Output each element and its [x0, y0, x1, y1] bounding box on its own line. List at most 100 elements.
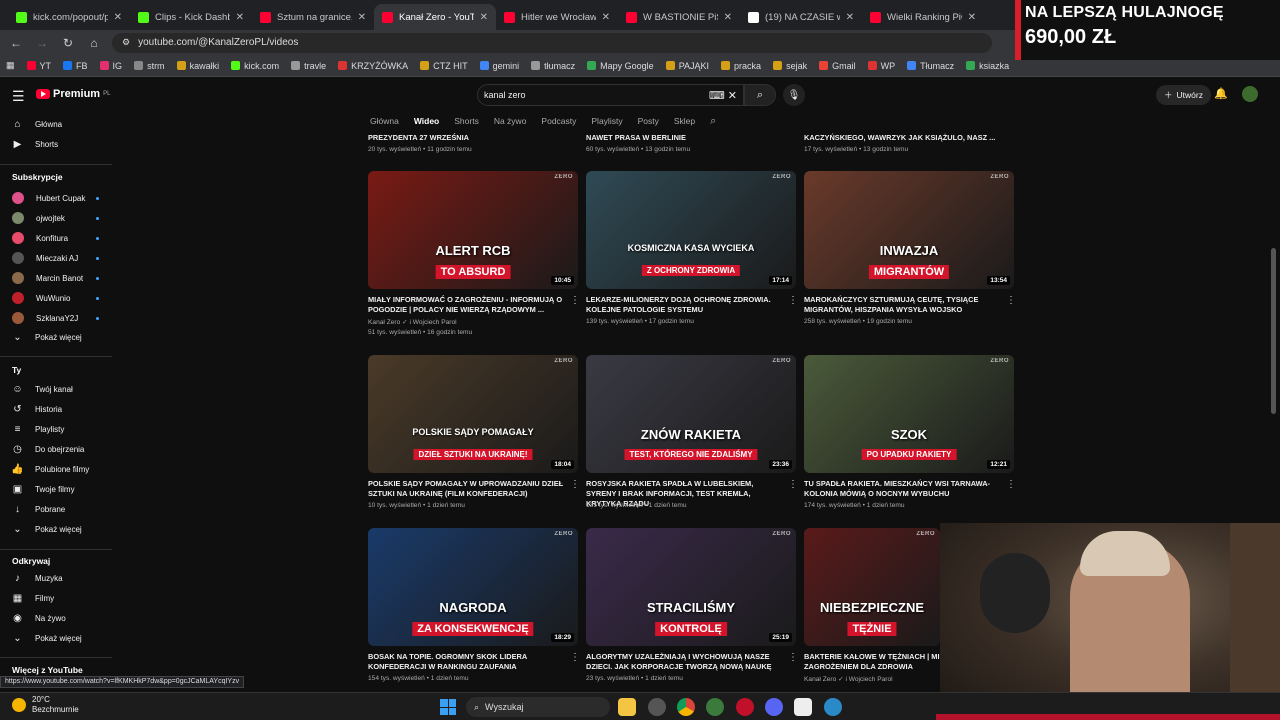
subscription-item[interactable]: Hubert Cupak: [12, 192, 85, 204]
video-author[interactable]: Kanał Zero ✓ i Wojciech Parol: [804, 675, 893, 683]
apps-icon[interactable]: ▦: [6, 60, 15, 71]
more-options-icon[interactable]: ⋮: [788, 479, 798, 490]
bookmark-item[interactable]: kawałki: [176, 61, 219, 71]
video-thumbnail[interactable]: ZERO KOSMICZNA KASA WYCIEKA Z OCHRONY ZDRO…: [586, 171, 796, 289]
sidebar-item[interactable]: ↺ Historia: [12, 404, 62, 415]
subscription-item[interactable]: WuWunio: [12, 292, 70, 304]
sidebar-item[interactable]: ⌄ Pokaż więcej: [12, 332, 81, 343]
close-icon[interactable]: ✕: [968, 12, 976, 23]
close-icon[interactable]: ✕: [724, 12, 732, 23]
more-options-icon[interactable]: ⋮: [1006, 295, 1016, 306]
video-title[interactable]: KACZYŃSKIEGO, WAWRZYK JAK KSIĄŻULO, NASZ…: [804, 133, 1000, 143]
video-thumbnail[interactable]: ZERO NAGRODA ZA KONSEKWENCJĘ 18:29: [368, 528, 578, 646]
bookmark-item[interactable]: strm: [134, 61, 165, 71]
search-button[interactable]: ⌕: [744, 84, 776, 106]
close-icon[interactable]: ✕: [358, 12, 366, 23]
back-icon[interactable]: ←: [8, 35, 24, 51]
video-thumbnail[interactable]: ZERO POLSKIE SĄDY POMAGAŁY DZIEŁ SZTUKI NA…: [368, 355, 578, 473]
subscription-item[interactable]: Konfitura: [12, 232, 68, 244]
browser-tab[interactable]: (19) NA CZASIE w se ✕: [740, 4, 862, 30]
tab-4[interactable]: Podcasty: [541, 116, 576, 126]
more-options-icon[interactable]: ⋮: [570, 652, 580, 663]
menu-icon[interactable]: ☰: [12, 88, 25, 105]
tab-7[interactable]: Sklep: [674, 116, 695, 126]
bookmark-item[interactable]: CTZ HIT: [420, 61, 468, 71]
weather-widget[interactable]: 20°C Bezchmurnie: [12, 695, 79, 715]
search-input[interactable]: kanal zero ⌨ ✕: [477, 84, 744, 106]
tab-2[interactable]: Shorts: [454, 116, 479, 126]
create-button[interactable]: ＋ Utwórz: [1156, 85, 1211, 105]
reload-icon[interactable]: ↻: [60, 35, 76, 51]
video-thumbnail[interactable]: ZERO NIEBEZPIECZNE TĘŻNIE: [804, 528, 940, 646]
video-title[interactable]: MIAŁY INFORMOWAĆ O ZAGROŻENIU - INFORMUJ…: [368, 295, 564, 315]
subscription-item[interactable]: Marcin Banot: [12, 272, 83, 284]
browser-tab[interactable]: Hitler we Wrocławiu ✕: [496, 4, 618, 30]
youtube-logo[interactable]: Premium PL: [36, 88, 110, 100]
subscription-item[interactable]: ojwojtek: [12, 212, 65, 224]
tab-6[interactable]: Posty: [638, 116, 659, 126]
video-title[interactable]: MAROKAŃCZYCY SZTURMUJĄ CEUTĘ, TYSIĄCE MI…: [804, 295, 1000, 315]
bookmark-item[interactable]: Mapy Google: [587, 61, 654, 71]
video-thumbnail[interactable]: ZERO STRACILIŚMY KONTROLĘ 25:19: [586, 528, 796, 646]
sidebar-item[interactable]: ☺ Twój kanał: [12, 384, 72, 395]
tab-1[interactable]: Wideo: [414, 116, 439, 126]
bookmark-item[interactable]: PAJĄKI: [665, 61, 709, 71]
sidebar-item[interactable]: ⌄ Pokaż więcej: [12, 633, 81, 644]
sidebar-item[interactable]: ◉ Na żywo: [12, 613, 66, 624]
sidebar-item[interactable]: ♪ Muzyka: [12, 573, 63, 584]
browser-tab[interactable]: kick.com/popout/pa ✕: [8, 4, 130, 30]
sidebar-item[interactable]: ⌄ Pokaż więcej: [12, 524, 81, 535]
bookmark-item[interactable]: WP: [867, 61, 895, 71]
video-thumbnail[interactable]: ZERO ALERT RCB TO ABSURD 10:45: [368, 171, 578, 289]
url-field[interactable]: ⚙ youtube.com/@KanalZeroPL/videos: [112, 32, 992, 53]
bookmark-item[interactable]: IG: [99, 61, 122, 71]
sidebar-item[interactable]: ◷ Do obejrzenia: [12, 444, 84, 455]
video-title[interactable]: TU SPADŁA RAKIETA. MIESZKAŃCY WSI TARNAW…: [804, 479, 1000, 499]
browser-tab[interactable]: W BASTIONIE PiS WC ✕: [618, 4, 740, 30]
close-icon[interactable]: ✕: [602, 12, 610, 23]
sidebar-item[interactable]: 👍 Polubione filmy: [11, 464, 89, 475]
more-options-icon[interactable]: ⋮: [570, 295, 580, 306]
tab-0[interactable]: Główna: [370, 116, 399, 126]
subscription-item[interactable]: SzklanaY2J: [12, 312, 78, 324]
subscriptions-header[interactable]: Subskrypcje: [12, 172, 63, 182]
video-title[interactable]: POLSKIE SĄDY POMAGAŁY W UPROWADZANIU DZI…: [368, 479, 564, 499]
start-icon[interactable]: [440, 699, 456, 715]
page-scrollbar[interactable]: [1271, 248, 1276, 414]
bookmark-item[interactable]: KRZYŻÓWKA: [338, 61, 408, 71]
more-options-icon[interactable]: ⋮: [1006, 479, 1016, 490]
bookmark-item[interactable]: FB: [63, 61, 88, 71]
browser-tab[interactable]: Sztum na granice, Tys ✕: [252, 4, 374, 30]
forward-icon[interactable]: →: [34, 35, 50, 51]
notes-icon[interactable]: [794, 698, 812, 716]
browser-tab[interactable]: Wielki Ranking PiCIA ✕: [862, 4, 984, 30]
close-icon[interactable]: ✕: [480, 12, 488, 23]
discord-icon[interactable]: [765, 698, 783, 716]
video-title[interactable]: PREZYDENTA 27 WRZEŚNIA: [368, 133, 564, 143]
sidebar-item[interactable]: ▶ Shorts: [12, 139, 58, 150]
site-info-icon[interactable]: ⚙: [122, 37, 130, 48]
browser-tab[interactable]: Kanał Zero - YouTube ✕: [374, 4, 496, 30]
subscription-item[interactable]: Mieczaki AJ: [12, 252, 78, 264]
more-options-icon[interactable]: ⋮: [788, 295, 798, 306]
more-options-icon[interactable]: ⋮: [788, 652, 798, 663]
tab-3[interactable]: Na żywo: [494, 116, 527, 126]
video-title[interactable]: LEKARZE-MILIONERZY DOJĄ OCHRONĘ ZDROWIA.…: [586, 295, 782, 315]
sidebar-item[interactable]: ≡ Playlisty: [12, 424, 65, 435]
video-thumbnail[interactable]: ZERO SZOK PO UPADKU RAKIETY 12:21: [804, 355, 1014, 473]
voice-search-button[interactable]: 🎙: [783, 84, 805, 106]
video-title[interactable]: ALGORYTMY UZALEŻNIAJĄ I WYCHOWUJĄ NASZE …: [586, 652, 782, 672]
tab-5[interactable]: Playlisty: [591, 116, 622, 126]
browser-tab[interactable]: Clips - Kick Dashboar ✕: [130, 4, 252, 30]
bookmark-item[interactable]: tłumacz: [531, 61, 575, 71]
bookmark-item[interactable]: travle: [291, 61, 326, 71]
video-title[interactable]: NAWET PRASA W BERLINIE: [586, 133, 782, 143]
bookmark-item[interactable]: Gmail: [819, 61, 856, 71]
bookmark-item[interactable]: ksiazka: [966, 61, 1009, 71]
channel-search-icon[interactable]: ⌕: [710, 115, 716, 128]
shield-icon[interactable]: [706, 698, 724, 716]
home-icon[interactable]: ⌂: [86, 35, 102, 51]
bookmark-item[interactable]: pracka: [721, 61, 761, 71]
opera-icon[interactable]: [736, 698, 754, 716]
bookmark-item[interactable]: Tłumacz: [907, 61, 954, 71]
